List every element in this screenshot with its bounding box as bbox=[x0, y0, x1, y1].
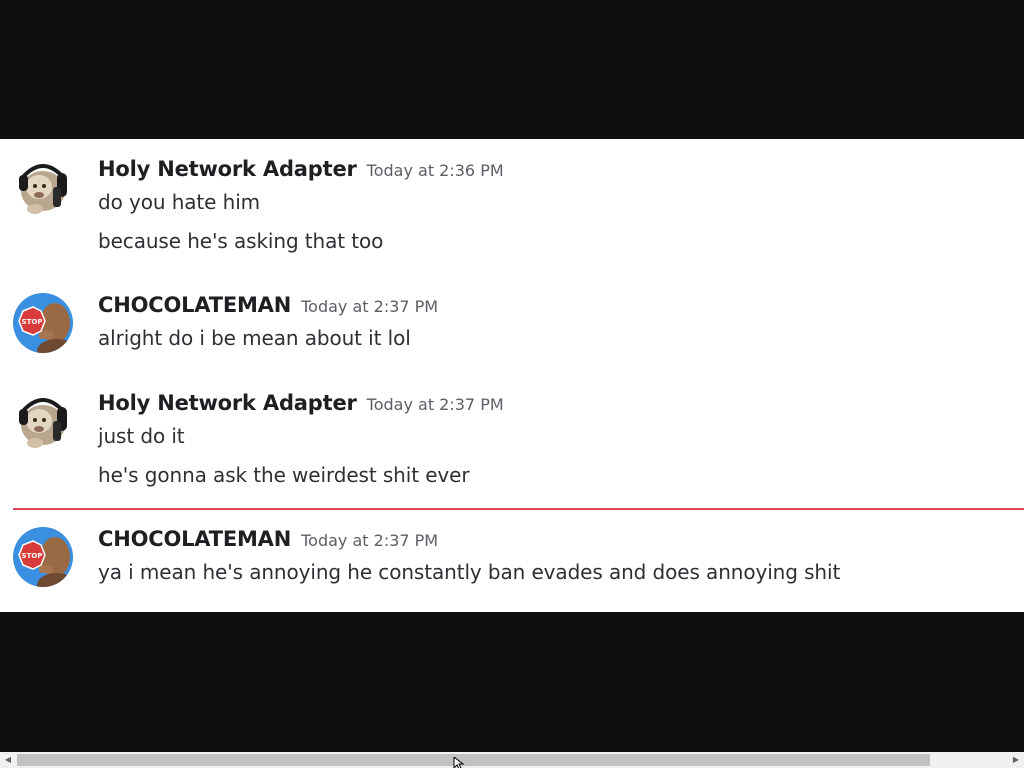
message-header: CHOCOLATEMAN Today at 2:37 PM bbox=[98, 293, 438, 327]
message-header: Holy Network Adapter Today at 2:37 PM bbox=[98, 391, 504, 425]
message-header: Holy Network Adapter Today at 2:36 PM bbox=[98, 157, 504, 191]
scrollbar-thumb[interactable] bbox=[17, 754, 930, 766]
username[interactable]: CHOCOLATEMAN bbox=[98, 527, 291, 551]
hamster-headphones-avatar[interactable] bbox=[13, 157, 73, 217]
scroll-right-arrow-icon[interactable]: ▶ bbox=[1008, 752, 1024, 768]
username[interactable]: Holy Network Adapter bbox=[98, 157, 357, 181]
message-text: he's gonna ask the weirdest shit ever bbox=[98, 463, 470, 487]
message-text: do you hate him bbox=[98, 190, 261, 214]
message-text: ya i mean he's annoying he constantly ba… bbox=[98, 560, 841, 584]
hamster-headphones-avatar[interactable] bbox=[13, 391, 73, 451]
username[interactable]: CHOCOLATEMAN bbox=[98, 293, 291, 317]
stop-sign-text: STOP bbox=[22, 318, 43, 326]
new-messages-divider bbox=[13, 508, 1024, 510]
timestamp: Today at 2:37 PM bbox=[301, 531, 439, 550]
timestamp: Today at 2:36 PM bbox=[366, 161, 504, 180]
horizontal-scrollbar[interactable]: ◀ ▶ bbox=[0, 752, 1024, 768]
message-text: alright do i be mean about it lol bbox=[98, 326, 411, 350]
mouse-pointer-icon bbox=[453, 757, 465, 768]
username[interactable]: Holy Network Adapter bbox=[98, 391, 357, 415]
message-header: CHOCOLATEMAN Today at 2:37 PM bbox=[98, 527, 438, 561]
stop-sign-man-avatar[interactable]: STOP bbox=[13, 293, 73, 353]
screen: Holy Network Adapter Today at 2:36 PM do … bbox=[0, 0, 1024, 768]
message-text: because he's asking that too bbox=[98, 229, 384, 253]
timestamp: Today at 2:37 PM bbox=[301, 297, 439, 316]
message-text: just do it bbox=[98, 424, 185, 448]
timestamp: Today at 2:37 PM bbox=[366, 395, 504, 414]
stop-sign-man-avatar[interactable]: STOP bbox=[13, 527, 73, 587]
chat-message-list: Holy Network Adapter Today at 2:36 PM do … bbox=[0, 139, 1024, 612]
scroll-left-arrow-icon[interactable]: ◀ bbox=[0, 752, 16, 768]
stop-sign-text: STOP bbox=[22, 552, 43, 560]
